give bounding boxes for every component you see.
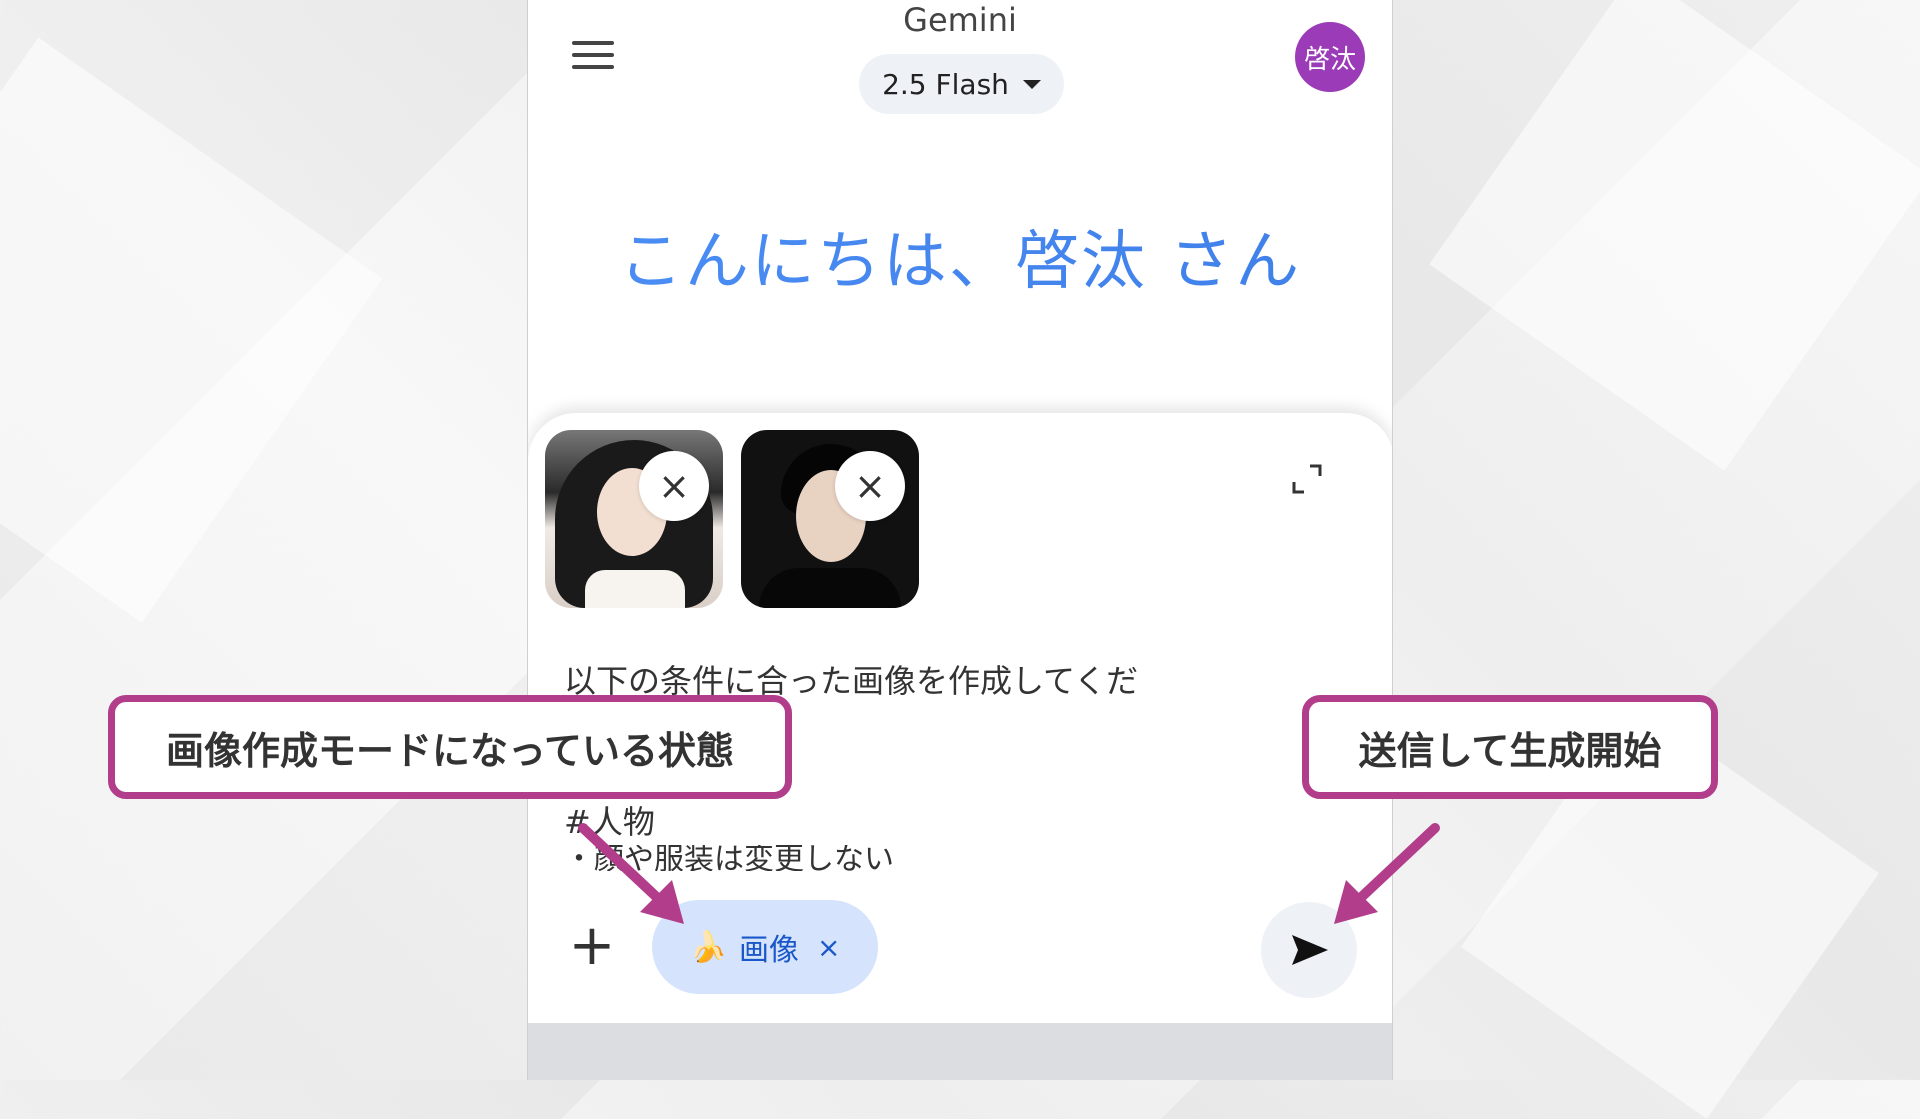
chip-close-icon[interactable]: × (817, 931, 840, 964)
avatar[interactable]: 啓汰 (1295, 22, 1365, 92)
send-button[interactable] (1261, 902, 1357, 998)
attachment-thumbnail-woman[interactable] (545, 430, 723, 608)
menu-icon[interactable] (572, 41, 614, 73)
send-icon (1292, 935, 1328, 965)
annotation-image-mode: 画像作成モードになっている状態 (108, 695, 792, 799)
model-selector[interactable]: 2.5 Flash (859, 54, 1064, 114)
expand-icon[interactable] (1290, 462, 1324, 496)
mode-chip-label: 画像 (738, 933, 799, 968)
bottom-bar (528, 1023, 1392, 1080)
phone-screen: Gemini 2.5 Flash 啓汰 こんにちは、啓汰 さん × × 以下の条… (527, 0, 1393, 1080)
background-shape (1429, 0, 1920, 471)
annotation-text: 送信して生成開始 (1358, 728, 1662, 773)
add-button[interactable]: + (568, 918, 616, 974)
attachment-thumbnail-man[interactable] (741, 430, 919, 608)
prompt-text-line[interactable]: #人物 (564, 797, 655, 843)
greeting: こんにちは、啓汰 さん (528, 210, 1392, 302)
annotation-text: 画像作成モードになっている状態 (165, 728, 735, 773)
banana-icon: 🍌 (689, 929, 727, 965)
prompt-text-line[interactable]: ・顔や服装は変更しない (564, 845, 894, 871)
annotation-send: 送信して生成開始 (1302, 695, 1718, 799)
model-label: 2.5 Flash (882, 67, 1009, 101)
remove-attachment-button[interactable]: × (639, 451, 709, 521)
background-shape (0, 37, 383, 623)
remove-attachment-button[interactable]: × (835, 451, 905, 521)
chevron-down-icon (1022, 79, 1041, 89)
app-title: Gemini (903, 1, 1017, 39)
image-mode-chip[interactable]: 🍌 画像 × (652, 900, 878, 994)
